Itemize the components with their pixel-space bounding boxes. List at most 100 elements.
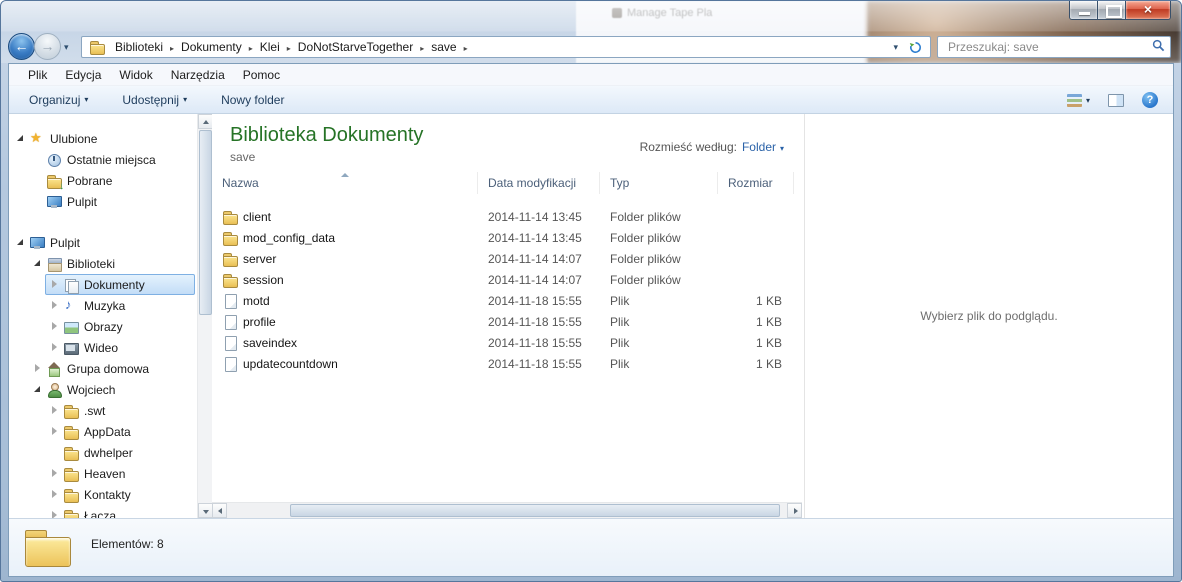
scroll-right-button[interactable] xyxy=(787,503,802,518)
address-history-dropdown-icon[interactable]: ▾ xyxy=(887,42,904,53)
minimize-button[interactable] xyxy=(1069,1,1098,20)
desktop-icon xyxy=(46,194,62,210)
arrange-by: Rozmieść według: Folder ▾ xyxy=(640,140,784,154)
refresh-button[interactable] xyxy=(904,39,927,56)
breadcrumb-item-klei[interactable]: Klei xyxy=(255,40,285,54)
sidebar-item-dwhelper[interactable]: dwhelper xyxy=(9,442,197,463)
breadcrumb-separator-icon[interactable]: ▸ xyxy=(247,44,255,53)
change-view-button[interactable]: ▾ xyxy=(1062,91,1095,110)
close-button[interactable]: × xyxy=(1126,1,1171,20)
collapsed-expander-icon[interactable] xyxy=(49,405,60,416)
scroll-up-button[interactable] xyxy=(198,114,213,129)
collapsed-expander-icon[interactable] xyxy=(49,300,60,311)
file-row-saveindex[interactable]: saveindex 2014-11-18 15:55 Plik 1 KB xyxy=(212,332,802,353)
breadcrumb-item-donotstarvetogether[interactable]: DoNotStarveTogether xyxy=(293,40,418,54)
file-modified: 2014-11-18 15:55 xyxy=(488,335,582,350)
sidebar-item-łącza[interactable]: Łącza xyxy=(9,505,197,518)
toolbar-organizuj-button[interactable]: Organizuj ▾ xyxy=(29,93,88,107)
scroll-left-button[interactable] xyxy=(212,503,227,518)
collapsed-expander-icon[interactable] xyxy=(32,363,43,374)
file-row-motd[interactable]: motd 2014-11-18 15:55 Plik 1 KB xyxy=(212,290,802,311)
menu-item-pomoc[interactable]: Pomoc xyxy=(234,65,289,85)
search-input[interactable] xyxy=(946,39,1152,55)
expanded-expander-icon[interactable] xyxy=(32,258,43,269)
sidebar-item-biblioteki[interactable]: Biblioteki xyxy=(9,253,197,274)
menu-item-narzędzia[interactable]: Narzędzia xyxy=(162,65,234,85)
sidebar-item-wojciech[interactable]: Wojciech xyxy=(9,379,197,400)
preview-pane-button[interactable] xyxy=(1103,91,1129,110)
file-row-profile[interactable]: profile 2014-11-18 15:55 Plik 1 KB xyxy=(212,311,802,332)
sidebar-item-pobrane[interactable]: ↓ Pobrane xyxy=(9,170,197,192)
toolbar-nowy-folder-button[interactable]: Nowy folder xyxy=(221,93,284,107)
breadcrumb-separator-icon[interactable]: ▸ xyxy=(462,44,470,53)
file-list-horizontal-scrollbar[interactable] xyxy=(212,502,802,518)
sidebar-item-label: Pobrane xyxy=(67,173,113,188)
download-arrow-overlay: ↓ xyxy=(59,180,64,192)
column-header-nazwa[interactable]: Nazwa xyxy=(212,172,478,194)
breadcrumb-item-save[interactable]: save xyxy=(426,40,461,54)
sidebar-item-swt[interactable]: .swt xyxy=(9,400,197,421)
breadcrumb-item-biblioteki[interactable]: Biblioteki xyxy=(110,40,168,54)
file-row-mod-config-data[interactable]: mod_config_data 2014-11-14 13:45 Folder pl… xyxy=(212,227,802,248)
breadcrumb-separator-icon[interactable]: ▸ xyxy=(285,44,293,53)
preview-pane-icon xyxy=(1108,93,1124,107)
collapsed-expander-icon[interactable] xyxy=(49,279,60,290)
recent-icon xyxy=(46,152,62,168)
collapsed-expander-icon[interactable] xyxy=(49,321,60,332)
column-header-rozmiar[interactable]: Rozmiar xyxy=(718,172,794,194)
sidebar-item-pulpit[interactable]: Pulpit xyxy=(9,191,197,212)
sidebar-item-pulpit[interactable]: Pulpit xyxy=(9,232,197,253)
sidebar-item-appdata[interactable]: AppData xyxy=(9,421,197,442)
collapsed-expander-icon[interactable] xyxy=(49,426,60,437)
sidebar-item-kontakty[interactable]: Kontakty xyxy=(9,484,197,505)
address-bar[interactable]: Biblioteki ▸ Dokumenty ▸ Klei ▸ DoNotStarveTog… xyxy=(81,36,931,58)
toolbar-button-label: Nowy folder xyxy=(221,92,285,107)
toolbar-udostępnij-button[interactable]: Udostępnij ▾ xyxy=(122,93,187,107)
sidebar-item-wideo[interactable]: Wideo xyxy=(9,337,197,358)
sort-ascending-icon xyxy=(340,173,349,177)
forward-button[interactable]: → xyxy=(34,33,61,60)
close-icon: × xyxy=(1143,1,1153,17)
breadcrumb-item-dokumenty[interactable]: Dokumenty xyxy=(176,40,247,54)
folder-icon xyxy=(222,251,238,267)
libraries-icon xyxy=(46,256,62,272)
back-button[interactable]: ← xyxy=(8,33,35,60)
navigation-pane-scrollbar[interactable] xyxy=(197,114,213,518)
recent-pages-dropdown-icon[interactable]: ▾ xyxy=(64,42,69,53)
file-row-server[interactable]: server 2014-11-14 14:07 Folder plików xyxy=(212,248,802,269)
file-type: Plik xyxy=(610,314,630,329)
sidebar-item-muzyka[interactable]: Muzyka xyxy=(9,295,197,316)
sidebar-item-ostatnie-miejsca[interactable]: Ostatnie miejsca xyxy=(9,149,197,170)
expanded-expander-icon[interactable] xyxy=(32,384,43,395)
menu-item-plik[interactable]: Plik xyxy=(19,65,56,85)
column-header-typ[interactable]: Typ xyxy=(600,172,718,194)
expanded-expander-icon[interactable] xyxy=(15,237,26,248)
collapsed-expander-icon[interactable] xyxy=(49,468,60,479)
breadcrumb-separator-icon[interactable]: ▸ xyxy=(168,44,176,53)
file-row-client[interactable]: client 2014-11-14 13:45 Folder plików xyxy=(212,206,802,227)
scrollbar-thumb[interactable] xyxy=(290,504,780,517)
arrange-by-dropdown[interactable]: Folder ▾ xyxy=(742,140,784,154)
maximize-button[interactable] xyxy=(1098,1,1126,20)
file-name: mod_config_data xyxy=(243,230,336,245)
column-header-data-modyfikacji[interactable]: Data modyfikacji xyxy=(478,172,600,194)
collapsed-expander-icon[interactable] xyxy=(49,342,60,353)
file-row-session[interactable]: session 2014-11-14 14:07 Folder plików xyxy=(212,269,802,290)
sidebar-item-ulubione[interactable]: Ulubione xyxy=(9,128,197,149)
help-button[interactable]: ? xyxy=(1137,89,1163,111)
scroll-down-button[interactable] xyxy=(198,503,213,518)
collapsed-expander-icon[interactable] xyxy=(49,489,60,500)
sidebar-item-dokumenty[interactable]: Dokumenty xyxy=(9,274,197,295)
file-row-updatecountdown[interactable]: updatecountdown 2014-11-18 15:55 Plik 1 KB xyxy=(212,353,802,374)
collapsed-expander-icon[interactable] xyxy=(49,510,60,518)
menu-item-edycja[interactable]: Edycja xyxy=(56,65,110,85)
sidebar-item-grupa-domowa[interactable]: Grupa domowa xyxy=(9,358,197,379)
favorites-icon xyxy=(29,130,45,147)
menu-item-widok[interactable]: Widok xyxy=(110,65,161,85)
sidebar-item-label: Pulpit xyxy=(67,194,98,209)
sidebar-item-obrazy[interactable]: Obrazy xyxy=(9,316,197,337)
sidebar-item-heaven[interactable]: Heaven xyxy=(9,463,197,484)
expanded-expander-icon[interactable] xyxy=(15,133,26,144)
scrollbar-thumb[interactable] xyxy=(199,130,212,315)
